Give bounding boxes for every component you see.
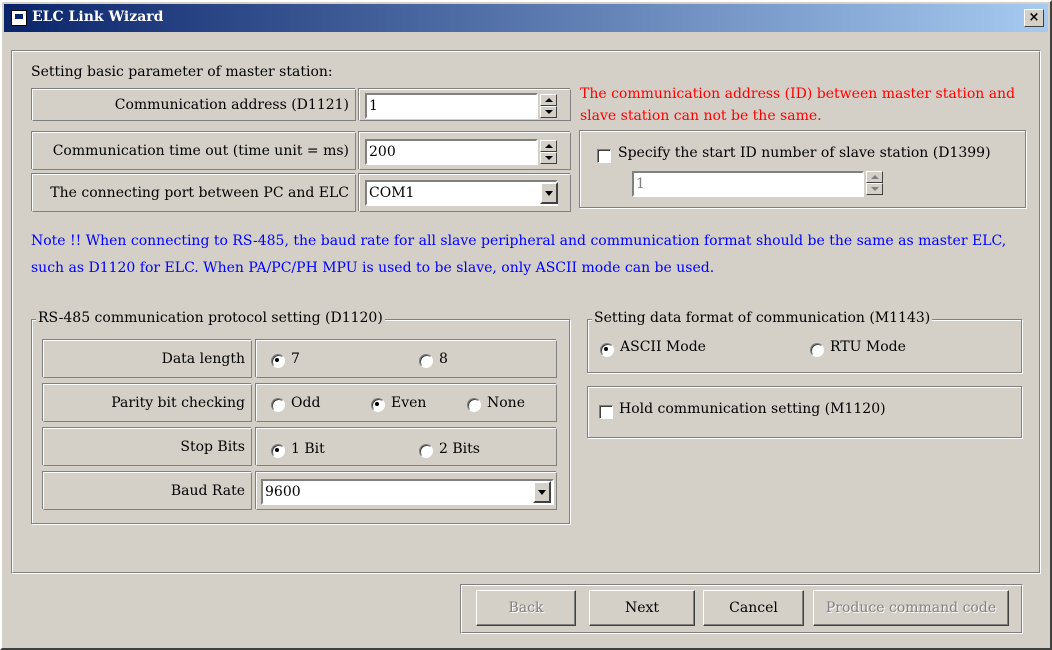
stop-bits-label: Stop Bits [43, 428, 252, 466]
id-warning-line1: The communication address (ID) between m… [580, 86, 1016, 102]
chevron-down-icon[interactable] [533, 481, 551, 503]
back-button[interactable]: Back [476, 590, 576, 626]
data-length-7-label[interactable]: 7 [291, 351, 300, 367]
parity-label: Parity bit checking [43, 384, 252, 422]
baud-rate-cell: 9600 [256, 472, 557, 510]
spin-up-icon[interactable] [540, 94, 557, 106]
spin-up-icon[interactable] [540, 140, 557, 152]
cancel-button[interactable]: Cancel [703, 590, 804, 626]
slave-id-checkbox[interactable] [597, 149, 611, 163]
protocol-group: RS-485 communication protocol setting (D… [31, 310, 570, 524]
data-length-label: Data length [43, 340, 252, 378]
baud-rate-select[interactable]: 9600 [261, 479, 554, 505]
produce-command-code-button[interactable]: Produce command code [813, 590, 1009, 626]
port-field-cell: COM1 [359, 174, 571, 212]
address-field-cell: 1 [359, 89, 571, 121]
parity-none-radio[interactable] [467, 398, 481, 412]
next-button[interactable]: Next [589, 590, 695, 626]
ascii-mode-radio[interactable] [600, 343, 614, 357]
data-format-group-title: Setting data format of communication (M1… [592, 310, 933, 326]
chevron-down-icon[interactable] [540, 182, 558, 204]
timeout-field-cell: 200 [359, 132, 571, 170]
address-spinner[interactable] [540, 94, 557, 118]
spin-down-icon[interactable] [540, 106, 557, 118]
parity-even-radio[interactable] [371, 398, 385, 412]
spin-down-icon[interactable] [866, 183, 883, 195]
app-icon [11, 10, 27, 26]
data-length-cell: 7 8 [256, 340, 557, 378]
rtu-mode-radio[interactable] [810, 343, 824, 357]
spin-up-icon[interactable] [866, 171, 883, 183]
address-input[interactable]: 1 [365, 93, 538, 119]
data-length-8-label[interactable]: 8 [439, 351, 448, 367]
hold-setting-label[interactable]: Hold communication setting (M1120) [619, 401, 886, 417]
protocol-group-title: RS-485 communication protocol setting (D… [36, 310, 385, 326]
slave-id-checkbox-label[interactable]: Specify the start ID number of slave sta… [618, 145, 991, 161]
note-line2: such as D1120 for ELC. When PA/PC/PH MPU… [31, 260, 715, 276]
timeout-spinner[interactable] [540, 140, 557, 164]
window-title: ELC Link Wizard [32, 9, 164, 25]
stop-bits-1-radio[interactable] [271, 444, 285, 458]
data-length-8-radio[interactable] [419, 354, 433, 368]
parity-cell: Odd Even None [256, 384, 557, 422]
hold-setting-group: Hold communication setting (M1120) [587, 386, 1022, 438]
data-length-7-radio[interactable] [271, 354, 285, 368]
ascii-mode-label[interactable]: ASCII Mode [620, 339, 706, 355]
data-format-group: Setting data format of communication (M1… [587, 310, 1022, 373]
spin-down-icon[interactable] [540, 152, 557, 164]
address-label: Communication address (D1121) [32, 89, 356, 121]
parity-odd-radio[interactable] [271, 398, 285, 412]
parity-none-label[interactable]: None [487, 395, 525, 411]
port-select[interactable]: COM1 [365, 180, 558, 206]
baud-rate-label: Baud Rate [43, 472, 252, 510]
close-button[interactable]: × [1024, 9, 1044, 27]
master-heading: Setting basic parameter of master statio… [31, 64, 333, 80]
timeout-label: Communication time out (time unit = ms) [32, 132, 356, 170]
rtu-mode-label[interactable]: RTU Mode [830, 339, 906, 355]
stop-bits-cell: 1 Bit 2 Bits [256, 428, 557, 466]
slave-start-id-spinner[interactable] [866, 171, 883, 195]
hold-setting-checkbox[interactable] [599, 405, 613, 419]
stop-bits-2-radio[interactable] [419, 444, 433, 458]
id-warning-line2: slave station can not be the same. [580, 108, 822, 124]
slave-id-group: Specify the start ID number of slave sta… [579, 130, 1026, 208]
parity-odd-label[interactable]: Odd [291, 395, 320, 411]
port-label: The connecting port between PC and ELC [32, 174, 356, 212]
stop-bits-2-label[interactable]: 2 Bits [439, 441, 480, 457]
title-bar[interactable]: ELC Link Wizard × [4, 4, 1048, 32]
parity-even-label[interactable]: Even [391, 395, 426, 411]
note-line1: Note !! When connecting to RS-485, the b… [31, 233, 1007, 249]
elc-link-wizard-window: ELC Link Wizard × Setting basic paramete… [0, 0, 1052, 650]
stop-bits-1-label[interactable]: 1 Bit [291, 441, 325, 457]
timeout-input[interactable]: 200 [365, 139, 538, 165]
slave-start-id-input[interactable]: 1 [632, 171, 864, 197]
